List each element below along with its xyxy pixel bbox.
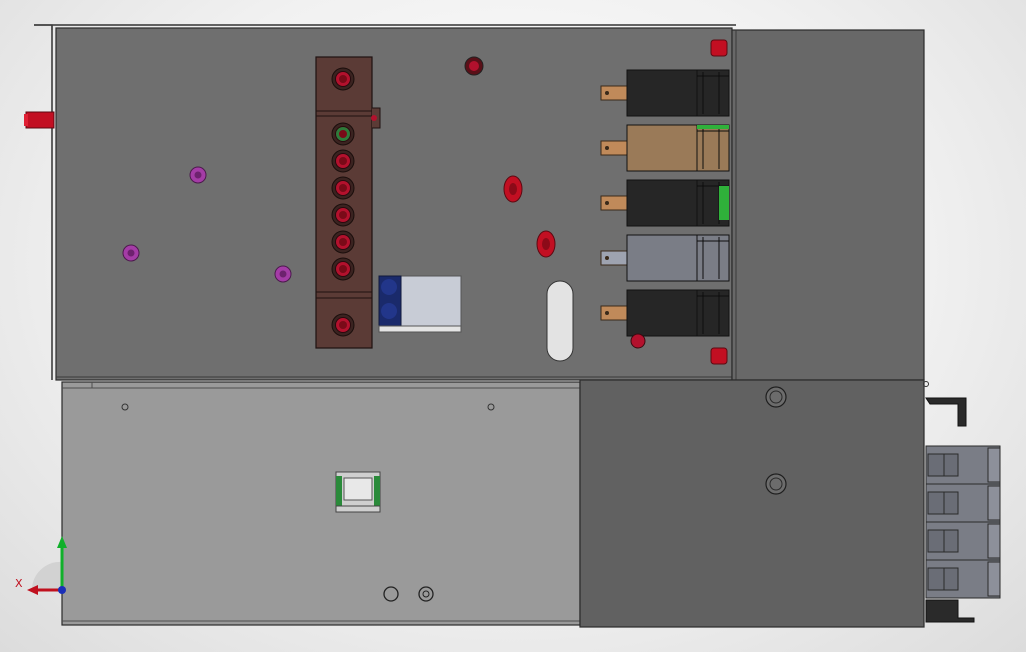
breaker-1[interactable] [925, 445, 1001, 485]
coordinate-triad: X [15, 536, 67, 595]
relay-body [626, 234, 700, 282]
upper-side-panel[interactable] [731, 29, 925, 381]
terminal-screw-2[interactable] [331, 122, 355, 146]
relay-cap [696, 289, 730, 337]
cad-viewport[interactable]: X [0, 0, 1026, 652]
relay-tab-hole [605, 91, 609, 95]
terminal-center [339, 238, 347, 246]
lower-left-panel[interactable] [61, 381, 581, 626]
terminal-center [339, 157, 347, 165]
relay-tab-hole [605, 146, 609, 150]
breaker-end [987, 523, 1001, 559]
relay-tab-hole [605, 311, 609, 315]
terminal-screw-3[interactable] [331, 149, 355, 173]
terminal-screw-7[interactable] [331, 257, 355, 281]
terminal-screw-8[interactable] [331, 313, 355, 337]
relay-indicator [719, 186, 729, 220]
relay-body [626, 289, 700, 337]
blue-connector-module[interactable] [378, 275, 462, 333]
breaker-end [987, 561, 1001, 597]
oval-slot [546, 280, 574, 362]
relay-body [626, 179, 700, 227]
x-axis-label: X [15, 577, 23, 590]
terminal-center [339, 184, 347, 192]
terminal-center [339, 321, 347, 329]
breaker-face [927, 453, 959, 477]
terminal-screw-6[interactable] [331, 230, 355, 254]
cad-model-view[interactable]: X [0, 0, 1026, 652]
terminal-center [339, 211, 347, 219]
terminal-center [339, 265, 347, 273]
relay-cap [696, 69, 730, 117]
relay-cap [696, 234, 730, 282]
breaker-2[interactable] [925, 483, 1001, 523]
left-red-rod[interactable] [24, 111, 55, 129]
breaker-3[interactable] [925, 521, 1001, 561]
relay-cap [696, 124, 730, 172]
breaker-end [987, 485, 1001, 521]
panel-latch[interactable] [335, 471, 381, 513]
relay-status-strip [697, 125, 729, 129]
terminal-block[interactable] [315, 56, 381, 349]
lower-right-panel[interactable] [579, 379, 925, 628]
breaker-stack[interactable] [925, 445, 1001, 599]
relay-tab-hole [605, 256, 609, 260]
breaker-face [927, 567, 959, 591]
terminal-screw-1[interactable] [331, 67, 355, 91]
relay-tab-hole [605, 201, 609, 205]
breaker-4[interactable] [925, 559, 1001, 599]
breaker-face [927, 491, 959, 515]
terminal-screw-5[interactable] [331, 203, 355, 227]
breaker-face [927, 529, 959, 553]
terminal-center [339, 75, 347, 83]
relay-body [626, 124, 700, 172]
breaker-end [987, 447, 1001, 483]
terminal-center [339, 130, 347, 138]
terminal-screw-4[interactable] [331, 176, 355, 200]
relay-body [626, 69, 700, 117]
